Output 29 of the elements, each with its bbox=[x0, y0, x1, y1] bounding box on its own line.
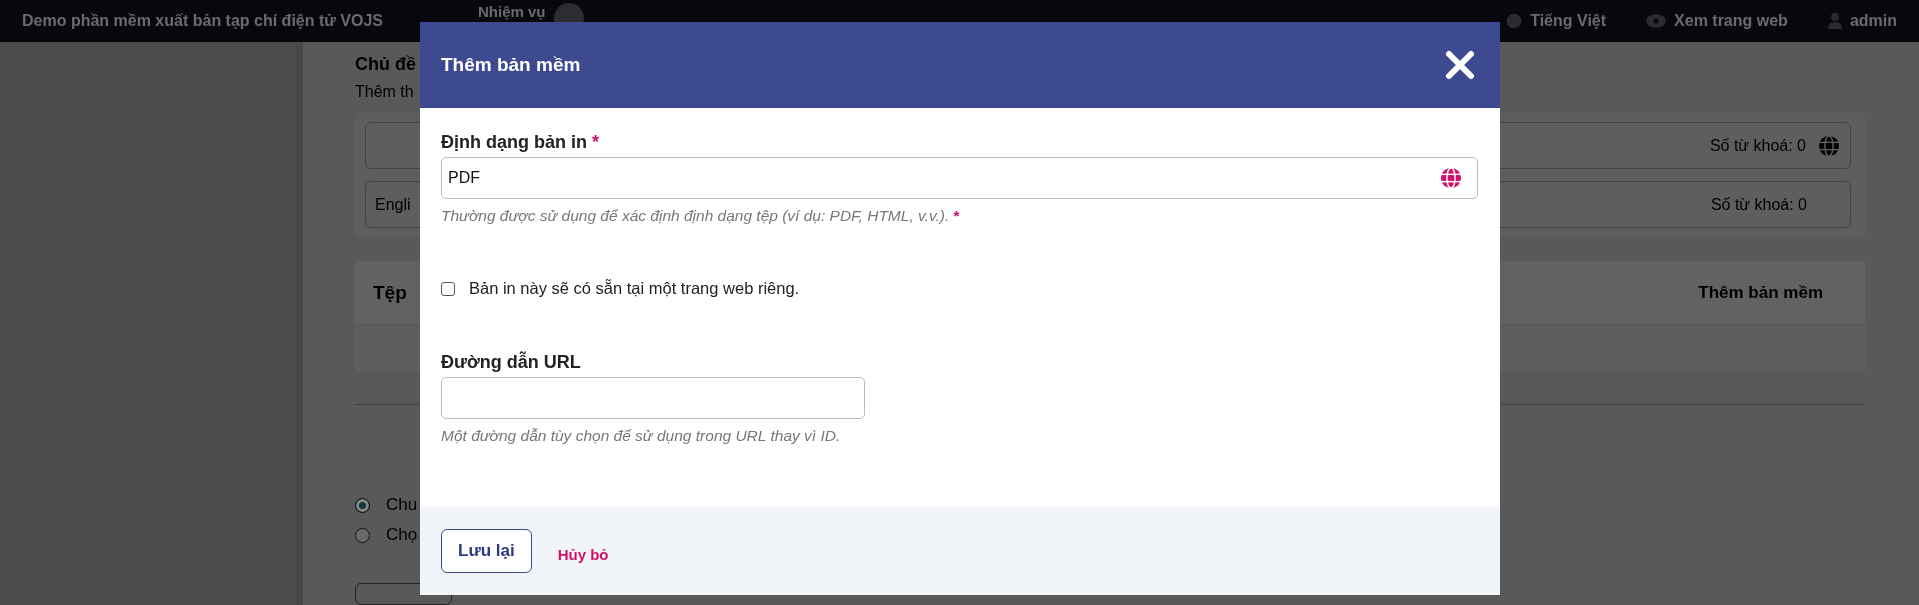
radio-button[interactable] bbox=[355, 497, 370, 513]
field-label: Đường dẫn URL bbox=[441, 352, 581, 373]
user-link[interactable]: admin bbox=[1849, 12, 1897, 30]
format-input[interactable]: PDF bbox=[441, 157, 1478, 199]
required-mark: * bbox=[592, 132, 599, 153]
modal-title: Thêm bản mềm bbox=[441, 54, 582, 76]
required-mark: * bbox=[953, 207, 960, 224]
add-file-button[interactable]: Thêm bản mềm bbox=[1698, 282, 1823, 303]
cancel-link[interactable]: Hủy bỏ bbox=[557, 545, 609, 563]
section-title: Chủ đề bbox=[355, 54, 416, 75]
user-icon bbox=[1827, 13, 1842, 29]
radio-button[interactable] bbox=[355, 527, 370, 543]
view-site-link[interactable]: Xem trang web bbox=[1674, 12, 1788, 30]
help-text: Một đường dẫn tùy chọn để sử dụng trong URL thay vì ID. bbox=[441, 427, 842, 445]
tasks-link[interactable]: Nhiệm vụ bbox=[478, 3, 546, 20]
url-input[interactable] bbox=[441, 377, 865, 419]
save-button[interactable]: Lưu lại bbox=[441, 529, 532, 573]
radio-label: Chọ bbox=[386, 525, 418, 546]
checkbox-label: Bản in này sẽ có sẵn tại một trang web riêng. bbox=[469, 279, 800, 298]
language-link[interactable]: Tiếng Việt bbox=[1530, 12, 1607, 30]
help-text: Thường được sử dụng để xác định định dạng tệp (ví dụ: PDF, HTML, v.v.). bbox=[441, 207, 950, 224]
site-title[interactable]: Demo phần mềm xuất bản tạp chí điện tử VOJS bbox=[22, 12, 383, 30]
radio-label: Chu bbox=[386, 495, 418, 516]
close-icon bbox=[1445, 50, 1475, 80]
files-title: Tệp bbox=[373, 281, 407, 304]
field-label: Định dạng bản in bbox=[441, 132, 587, 153]
checkbox[interactable] bbox=[441, 281, 455, 296]
section-hint: Thêm th bbox=[355, 83, 414, 101]
eye-icon bbox=[1646, 14, 1667, 28]
